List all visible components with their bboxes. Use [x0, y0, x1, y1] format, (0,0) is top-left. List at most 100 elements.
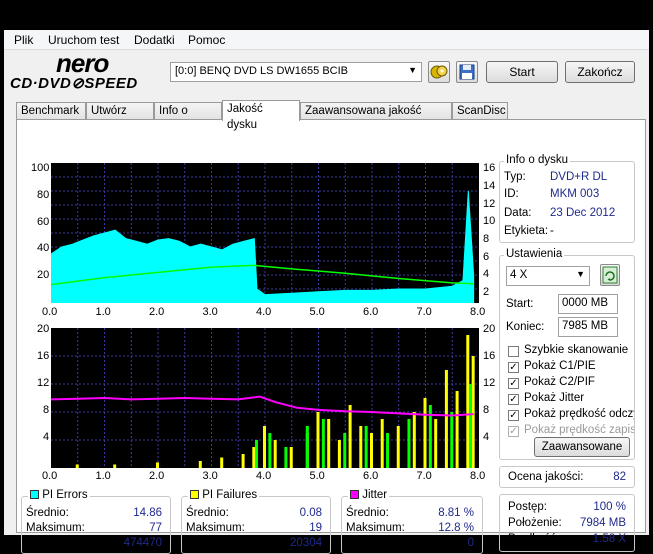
- checkbox-label: Pokaż C1/PIE: [524, 360, 596, 372]
- disc-eject-button[interactable]: [428, 61, 450, 83]
- jitter-line: [50, 395, 474, 417]
- disc-info-value: DVD+R DL: [550, 171, 608, 183]
- close-button[interactable]: Zakończ: [565, 61, 635, 83]
- menu-uruchom-test[interactable]: Uruchom test: [48, 33, 119, 47]
- checkbox-2[interactable]: ✓: [508, 378, 519, 389]
- disc-quality-panel: 100 80 60 40 20 16 14 12 10 8 6 4 2 0.0 1…: [16, 119, 646, 554]
- stat-label: Średnio:: [346, 507, 389, 519]
- settings-group: Ustawienia 4 X ▼ Start: 0000 MB Koniec: …: [499, 248, 635, 460]
- checkbox-label: Szybkie skanowanie: [524, 344, 629, 356]
- menu-dodatki[interactable]: Dodatki: [134, 33, 175, 47]
- disc-info-group: Info o dysku Typ: DVD+R DL ID: MKM 003 D…: [499, 154, 635, 243]
- end-input[interactable]: 7985 MB: [558, 317, 618, 337]
- pi-failures-bar: [316, 412, 320, 468]
- stat-value: 19: [309, 522, 322, 534]
- progress-value: 100 %: [593, 501, 626, 513]
- tab-info-o-dysku[interactable]: Info o dysku: [154, 102, 222, 133]
- chart2-y-tick: 16: [37, 350, 50, 362]
- stat-label: Średnio:: [186, 507, 229, 519]
- tab-jakosc-dysku[interactable]: Jakość dysku: [222, 100, 300, 131]
- chart1-y2-tick: 16: [483, 162, 496, 174]
- chart1-x-tick: 2.0: [149, 306, 165, 318]
- checkbox-1[interactable]: ✓: [508, 362, 519, 373]
- pi-failures-bar: [220, 457, 224, 468]
- pi-failures-bar: [455, 391, 459, 468]
- pi-failures-bar: [252, 447, 256, 468]
- chart1-x-tick: 8.0: [470, 306, 486, 318]
- disc-info-label: Data:: [504, 207, 532, 219]
- tab-utworz-dysk[interactable]: Utwórz dysk: [86, 102, 154, 133]
- main-window: Plik Uruchom test Dodatki Pomoc nero CD·…: [4, 30, 649, 554]
- stat-value: 20304: [290, 537, 322, 549]
- save-button[interactable]: [456, 61, 478, 83]
- stat-value: 0.08: [299, 507, 322, 519]
- jitter-title: Jitter: [348, 489, 390, 501]
- chart2-x-tick: 3.0: [202, 470, 218, 482]
- pi-failures-swatch: [190, 490, 199, 499]
- position-value: 7984 MB: [579, 517, 626, 529]
- tab-scandisc[interactable]: ScanDisc: [452, 102, 508, 120]
- pi-failures-chart: [50, 328, 479, 468]
- stat-value: 77: [149, 522, 162, 534]
- start-button[interactable]: Start: [486, 61, 558, 83]
- drive-select[interactable]: [0:0] BENQ DVD LS DW1655 BCIB ▼: [170, 62, 422, 82]
- pi-failures-bar-green: [450, 412, 454, 468]
- stat-label: Maksimum:: [346, 522, 405, 534]
- chart1-y-tick: 80: [37, 189, 50, 201]
- tab-benchmark[interactable]: Benchmark: [16, 102, 86, 120]
- stat-value: 0: [467, 537, 474, 549]
- speed-select[interactable]: 4 X ▼: [506, 266, 590, 286]
- pi-failures-bar: [380, 419, 384, 468]
- chevron-down-icon: ▼: [576, 269, 585, 279]
- chart1-y-tick: 20: [37, 269, 50, 281]
- pi-errors-swatch: [30, 490, 39, 499]
- chart2-y-tick: 20: [37, 323, 50, 335]
- chart2-x-tick: 7.0: [416, 470, 432, 482]
- pi-errors-chart-svg: [50, 163, 479, 304]
- refresh-speed-button[interactable]: [600, 264, 620, 286]
- tab-zaawansowana-jakosc[interactable]: Zaawansowana jakość dysku: [300, 102, 452, 133]
- stat-value: 8.81 %: [438, 507, 474, 519]
- chart2-x-tick: 8.0: [470, 470, 486, 482]
- disc-info-label: Typ:: [504, 171, 526, 183]
- chart1-x-tick: 5.0: [309, 306, 325, 318]
- pi-failures-title-text: PI Failures: [202, 489, 258, 501]
- start-input[interactable]: 0000 MB: [558, 294, 618, 314]
- pi-failures-bar-green: [305, 426, 309, 468]
- pi-failures-bar: [348, 405, 352, 468]
- advanced-button[interactable]: Zaawansowane: [534, 437, 630, 457]
- pi-errors-title: PI Errors: [28, 489, 90, 501]
- stat-label: Całość:: [26, 537, 65, 549]
- stat-value: 14.86: [133, 507, 162, 519]
- chart2-x-tick: 4.0: [256, 470, 272, 482]
- chart1-x-tick: 6.0: [363, 306, 379, 318]
- menu-pomoc[interactable]: Pomoc: [188, 33, 225, 47]
- chart1-x-tick: 0.0: [42, 306, 58, 318]
- pi-failures-bar: [434, 419, 438, 468]
- checkbox-3[interactable]: ✓: [508, 394, 519, 405]
- chart2-x-tick: 5.0: [309, 470, 325, 482]
- quality-group: Ocena jakości: 82: [499, 466, 635, 488]
- chart1-y-tick: 60: [37, 216, 50, 228]
- checkbox-5: ✓: [508, 426, 519, 437]
- checkbox-4[interactable]: ✓: [508, 410, 519, 421]
- stat-label: Maksimum:: [186, 522, 245, 534]
- chart2-y-tick: 8: [43, 404, 50, 416]
- checkbox-0[interactable]: [508, 346, 519, 357]
- stat-label: Całość:: [186, 537, 225, 549]
- pi-failures-bar-green: [386, 433, 390, 468]
- chart1-y2-tick: 8: [483, 233, 490, 245]
- settings-title: Ustawienia: [504, 248, 565, 260]
- checkbox-label: Pokaż prędkość odczytu: [524, 408, 634, 420]
- menu-plik[interactable]: Plik: [14, 33, 33, 47]
- stat-label: Średnio:: [26, 507, 69, 519]
- jitter-title-text: Jitter: [362, 489, 388, 501]
- chart2-y2-tick: 20: [483, 323, 496, 335]
- position-label: Położenie:: [508, 517, 562, 529]
- disc-info-value: 23 Dec 2012: [550, 207, 616, 219]
- pi-failures-bar-green: [321, 419, 325, 468]
- pi-failures-bar: [370, 433, 373, 468]
- pi-failures-title: PI Failures: [188, 489, 260, 501]
- disc-info-label: ID:: [504, 188, 519, 200]
- quality-label: Ocena jakości:: [508, 471, 584, 483]
